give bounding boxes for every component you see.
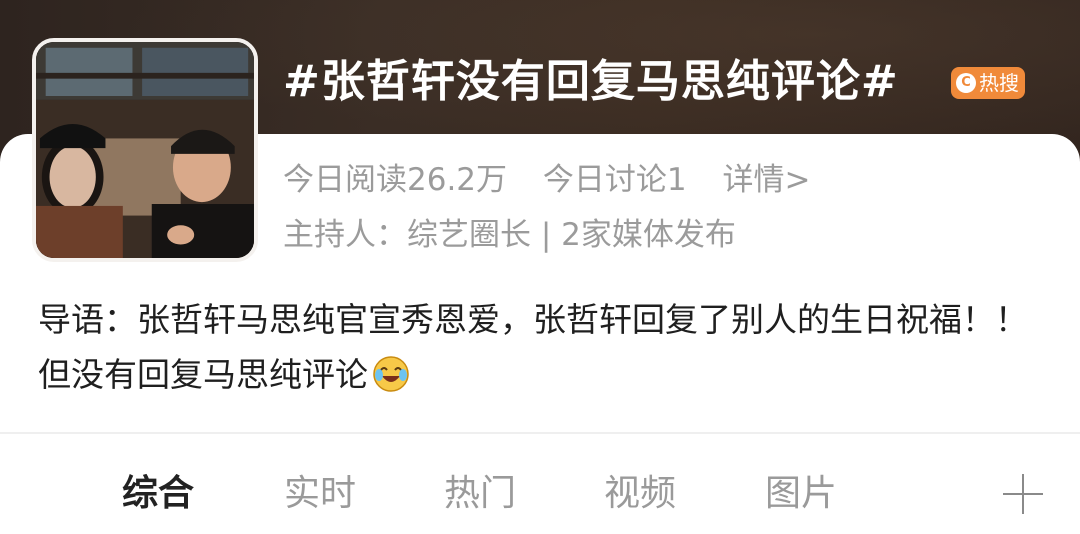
hot-search-badge: C 热搜 xyxy=(951,67,1025,99)
tab-bar: 综合 实时 热门 视频 图片 xyxy=(0,462,1080,526)
stats-row: 今日阅读26.2万 今日讨论1 详情> xyxy=(283,160,836,200)
add-tab-plus-icon[interactable] xyxy=(1003,474,1043,514)
laughing-crying-emoji-icon xyxy=(373,356,409,392)
intro-text: 导语：张哲轩马思纯官宣秀恩爱，张哲轩回复了别人的生日祝福！！但没有回复马思纯评论 xyxy=(38,300,1028,394)
tab-popular[interactable]: 热门 xyxy=(444,462,516,526)
divider xyxy=(0,432,1080,434)
topic-cover-image[interactable] xyxy=(32,38,258,262)
tab-comprehensive[interactable]: 综合 xyxy=(122,462,194,526)
tab-images[interactable]: 图片 xyxy=(765,462,837,526)
tab-realtime[interactable]: 实时 xyxy=(284,462,356,526)
detail-link[interactable]: 详情> xyxy=(722,162,810,198)
tab-video[interactable]: 视频 xyxy=(604,462,676,526)
flame-icon: C xyxy=(956,73,976,93)
read-count: 今日阅读26.2万 xyxy=(283,162,508,198)
topic-title: #张哲轩没有回复马思纯评论# xyxy=(283,56,899,107)
host-info: 主持人：综艺圈长 | 2家媒体发布 xyxy=(283,217,736,253)
topic-intro: 导语：张哲轩马思纯官宣秀恩爱，张哲轩回复了别人的生日祝福！！但没有回复马思纯评论 xyxy=(38,292,1043,402)
discuss-count: 今日讨论1 xyxy=(542,162,687,198)
hot-badge-label: 热搜 xyxy=(979,71,1019,95)
